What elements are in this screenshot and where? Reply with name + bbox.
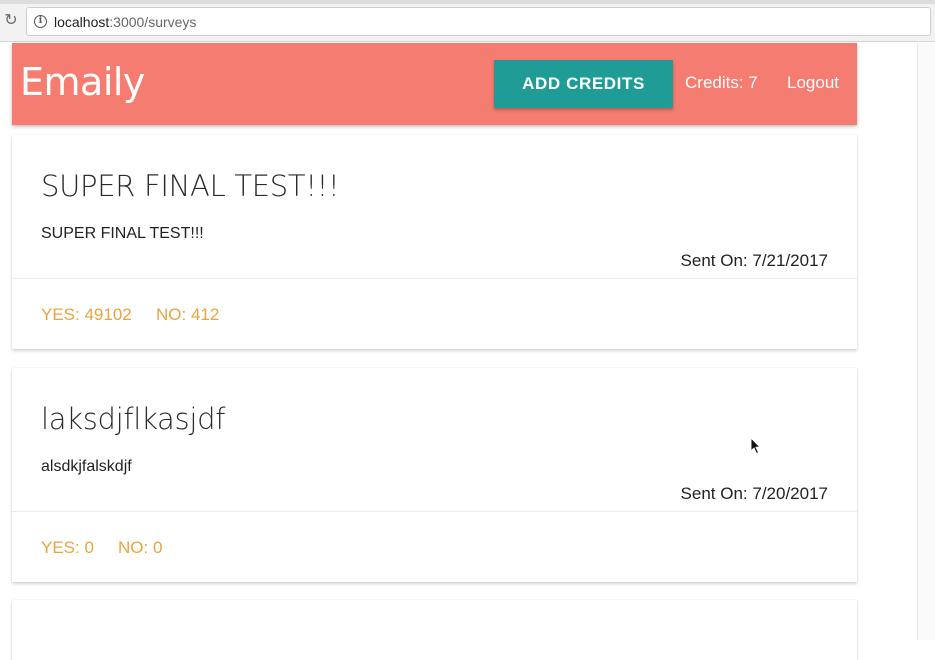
card-divider [12, 511, 857, 512]
info-icon[interactable]: i [34, 15, 47, 28]
survey-card: laksdjflkasjdf alsdkjfalskdjf Sent On: 7… [12, 368, 857, 582]
survey-body: SUPER FINAL TEST!!! [41, 225, 204, 242]
survey-sent-date: Sent On: 7/21/2017 [680, 251, 828, 270]
add-credits-button[interactable]: ADD CREDITS [494, 60, 673, 108]
survey-card: SUPER FINAL TEST!!! SUPER FINAL TEST!!! … [12, 135, 857, 349]
survey-yes-count[interactable]: YES: 0 [41, 538, 94, 558]
scrollbar[interactable] [917, 43, 935, 640]
card-divider [12, 278, 857, 279]
page-viewport: Emaily ADD CREDITS Credits: 7 Logout SUP… [0, 43, 935, 660]
survey-card [12, 600, 857, 660]
logout-link[interactable]: Logout [787, 73, 839, 93]
survey-yes-count[interactable]: YES: 49102 [41, 305, 132, 325]
address-bar[interactable]: i localhost:3000/surveys [26, 7, 931, 36]
survey-body: alsdkjfalskdjf [41, 458, 132, 475]
brand-logo[interactable]: Emaily [20, 60, 145, 104]
survey-sent-date: Sent On: 7/20/2017 [680, 484, 828, 503]
credits-count: Credits: 7 [685, 73, 758, 92]
tab-strip [0, 0, 935, 4]
reload-icon[interactable]: ↻ [2, 12, 20, 30]
url-text[interactable]: localhost:3000/surveys [54, 14, 196, 30]
survey-no-count[interactable]: NO: 412 [156, 305, 219, 325]
survey-no-count[interactable]: NO: 0 [118, 538, 162, 558]
mouse-cursor-icon [750, 437, 762, 455]
browser-toolbar: ↻ i localhost:3000/surveys [0, 0, 935, 42]
url-path: :3000/surveys [109, 14, 197, 30]
url-host: localhost [54, 14, 110, 30]
survey-title: laksdjflkasjdf [41, 402, 226, 436]
app-navbar: Emaily ADD CREDITS Credits: 7 Logout [12, 43, 857, 125]
survey-title: SUPER FINAL TEST!!! [41, 169, 340, 203]
